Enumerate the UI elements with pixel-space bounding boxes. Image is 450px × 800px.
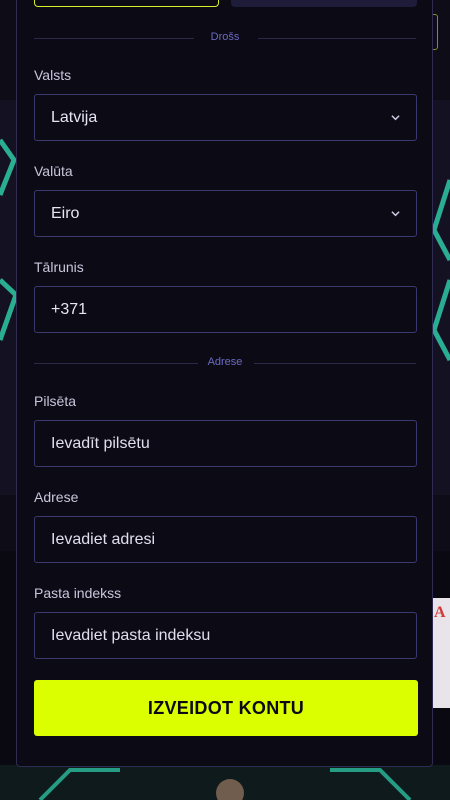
currency-select[interactable]: Eiro — [34, 190, 417, 237]
phone-label: Tālrunis — [34, 259, 84, 275]
country-label: Valsts — [34, 67, 72, 83]
currency-label: Valūta — [34, 163, 73, 179]
security-divider: Drošs — [34, 31, 416, 44]
create-account-button[interactable]: IZVEIDOT KONTU — [34, 680, 418, 736]
city-field[interactable] — [34, 420, 417, 467]
address-divider: Adrese — [34, 356, 416, 369]
address-divider-label: Adrese — [207, 356, 243, 368]
security-divider-label: Drošs — [210, 31, 240, 43]
postal-code-field[interactable] — [34, 612, 417, 659]
chevron-down-icon — [391, 211, 400, 217]
phone-field[interactable] — [34, 286, 417, 333]
bottom-card-artwork — [38, 768, 412, 800]
address-label: Adrese — [34, 489, 79, 505]
currency-value: Eiro — [51, 205, 80, 222]
country-select[interactable]: Latvija — [34, 94, 417, 141]
background-game-thumbnail: A — [432, 598, 450, 708]
address-input[interactable] — [35, 517, 416, 562]
previous-field-left[interactable] — [34, 0, 219, 7]
background-bottom-card — [0, 765, 450, 800]
phone-input[interactable] — [35, 287, 416, 332]
postal-code-label: Pasta indekss — [34, 585, 122, 601]
city-input[interactable] — [35, 421, 416, 466]
chevron-down-icon — [391, 115, 400, 121]
city-label: Pilsēta — [34, 393, 77, 409]
address-field[interactable] — [34, 516, 417, 563]
registration-modal: Drošs Valsts Latvija Valūta Eiro Tālruni… — [16, 0, 433, 767]
postal-code-input[interactable] — [35, 613, 416, 658]
previous-field-right[interactable] — [231, 0, 417, 7]
country-value: Latvija — [51, 109, 98, 126]
